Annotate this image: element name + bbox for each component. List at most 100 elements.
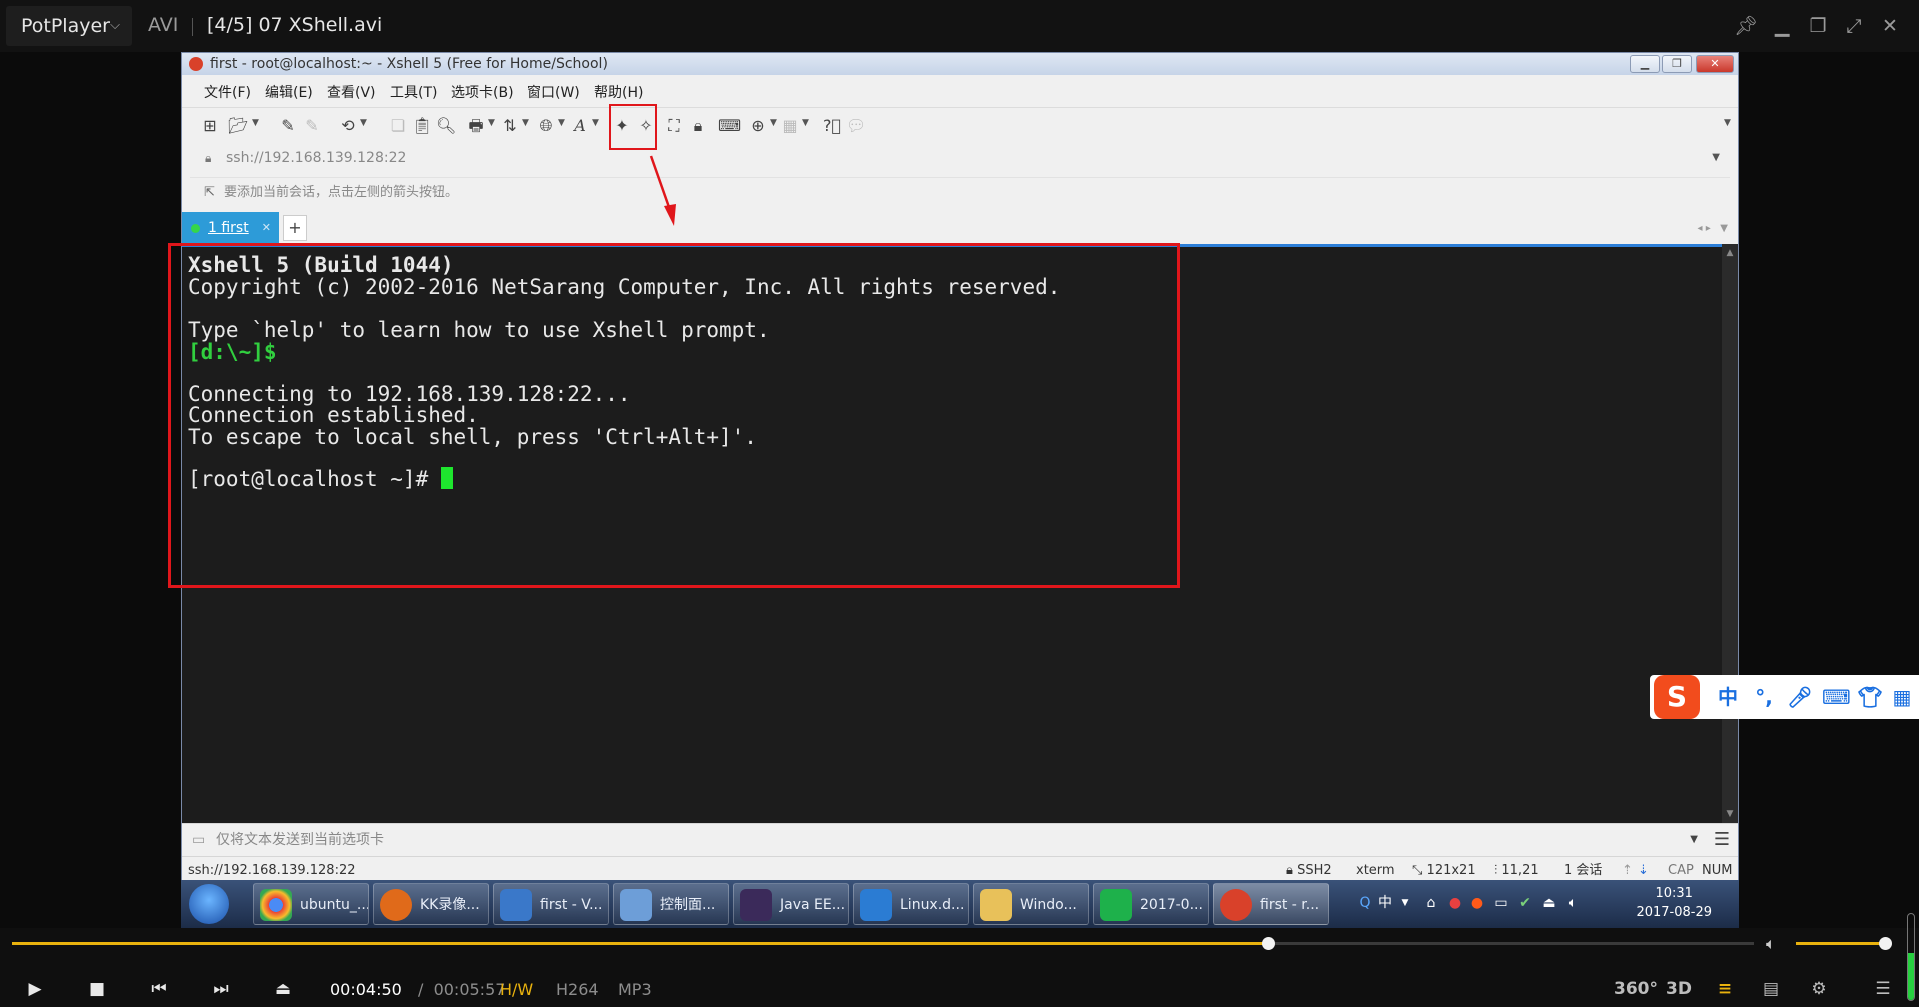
taskbar-button-control-panel[interactable]: 控制面...	[613, 883, 729, 925]
chevron-down-icon[interactable]: ▼	[1712, 143, 1720, 173]
chevron-down-icon[interactable]: ▼	[1396, 894, 1414, 912]
display-tray-icon[interactable]: ▭	[1492, 894, 1510, 912]
menu-edit[interactable]: 编辑(E)	[265, 82, 313, 102]
taskbar-button-word[interactable]: Linux.d...	[853, 883, 969, 925]
menu-window[interactable]: 窗口(W)	[527, 82, 580, 102]
copy-icon[interactable]: ❏	[388, 116, 408, 136]
volume-slider[interactable]	[1796, 937, 1893, 950]
ime-skin-button[interactable]: 👕︎	[1856, 683, 1884, 711]
tray-ime-indicator[interactable]: 中	[1376, 894, 1394, 912]
menu-help[interactable]: 帮助(H)	[594, 82, 643, 102]
hw-decode-tag[interactable]: H/W	[500, 980, 533, 999]
ime-punctuation-button[interactable]: °,	[1750, 683, 1778, 711]
new-tab-button[interactable]: +	[283, 215, 307, 241]
taskbar-button-explorer[interactable]: Windo...	[973, 883, 1089, 925]
previous-button[interactable]: ⏮	[144, 974, 174, 1004]
scroll-up-icon[interactable]: ▲	[1722, 248, 1738, 258]
potplayer-menu-button[interactable]: PotPlayer ⌵	[6, 6, 132, 46]
clock[interactable]: 10:31 2017-08-29	[1636, 884, 1712, 922]
taskbar-button-vmware[interactable]: first - V...	[493, 883, 609, 925]
taskbar-button-chrome[interactable]: ubuntu_...	[253, 883, 369, 925]
update-tray-icon[interactable]: ✔	[1516, 894, 1534, 912]
tab-first[interactable]: 1 first ✕	[182, 212, 279, 244]
vr-360-button[interactable]: 360°	[1614, 974, 1658, 1004]
taskbar-button-sheet[interactable]: 2017-0...	[1093, 883, 1209, 925]
new-session-icon[interactable]: ⊞	[200, 116, 220, 136]
address-text[interactable]: ssh://192.168.139.128:22	[226, 143, 406, 173]
xshell-maximize-button[interactable]: ❐	[1662, 55, 1692, 73]
fullscreen-icon[interactable]: ⛶	[664, 116, 684, 136]
security-tray-icon[interactable]: ●	[1446, 894, 1464, 912]
layout-icon[interactable]: ▦	[780, 116, 800, 136]
compose-send-bar[interactable]: ▭ 仅将文本发送到当前选项卡 ▼ ☰	[182, 823, 1738, 855]
sogou-logo-icon[interactable]: S	[1654, 675, 1700, 719]
restore-button[interactable]: ❐	[1802, 10, 1834, 42]
pin-icon[interactable]: 📌︎	[1730, 10, 1762, 42]
scroll-down-icon[interactable]: ▼	[1722, 809, 1738, 819]
ime-keyboard-button[interactable]: ⌨	[1822, 683, 1851, 711]
fullscreen-button[interactable]: ⤢	[1838, 10, 1870, 42]
menu-tabs[interactable]: 选项卡(B)	[451, 82, 514, 102]
recorder-tray-icon[interactable]: ●	[1468, 894, 1486, 912]
taskbar-button-eclipse[interactable]: Java EE...	[733, 883, 849, 925]
open-folder-icon[interactable]: 📂︎	[228, 116, 248, 136]
taskbar-button-kk[interactable]: KK录像...	[373, 883, 489, 925]
chevron-down-icon[interactable]: ▼	[802, 118, 809, 128]
eject-button[interactable]: ⏏	[268, 974, 298, 1004]
seek-handle[interactable]	[1261, 937, 1275, 950]
stop-button[interactable]: ■	[82, 974, 112, 1004]
chevron-down-icon[interactable]: ▼	[592, 118, 599, 128]
ime-toolbox-button[interactable]: ▦	[1888, 683, 1916, 711]
find-icon[interactable]: 🔍︎	[436, 116, 456, 136]
close-tab-icon[interactable]: ✕	[262, 212, 271, 244]
chevron-down-icon[interactable]: ▼	[770, 118, 777, 128]
start-button[interactable]	[189, 884, 229, 924]
main-menu-icon[interactable]: ☰	[1866, 974, 1900, 1004]
message-icon[interactable]: 💬︎	[846, 116, 866, 136]
lock-icon[interactable]: 🔒︎	[688, 116, 708, 136]
menu-view[interactable]: 查看(V)	[327, 82, 376, 102]
address-bar[interactable]: 🔒︎ ssh://192.168.139.128:22 ▼	[190, 143, 1730, 173]
volume-tray-icon[interactable]: 🔈︎	[1564, 894, 1582, 912]
play-button[interactable]: ▶	[20, 974, 50, 1004]
chevron-down-icon[interactable]: ▼	[522, 118, 529, 128]
qq-search-icon[interactable]: Q	[1356, 894, 1374, 912]
3d-button[interactable]: 3D	[1662, 974, 1696, 1004]
toolbar-overflow-icon[interactable]: ▼	[1724, 118, 1731, 128]
ime-voice-button[interactable]: 🎤︎	[1786, 683, 1814, 711]
next-button[interactable]: ⏭	[206, 974, 236, 1004]
terminal-scrollbar[interactable]: ▲ ▼	[1722, 244, 1738, 823]
xshell-close-button[interactable]: ✕	[1696, 55, 1734, 73]
video-codec-tag[interactable]: H264	[556, 980, 599, 999]
settings-gear-icon[interactable]: ⚙	[1802, 974, 1836, 1004]
transfer-icon[interactable]: ⇅	[500, 116, 520, 136]
chevron-down-icon[interactable]: ▼	[1690, 824, 1698, 856]
close-button[interactable]: ✕	[1874, 10, 1906, 42]
reconnect-icon[interactable]: ⟲	[338, 116, 358, 136]
equalizer-search-icon[interactable]: ≡	[1708, 974, 1742, 1004]
ime-chinese-mode-button[interactable]: 中	[1714, 683, 1742, 711]
volume-handle[interactable]	[1879, 937, 1893, 950]
globe-icon[interactable]: 🌐︎	[536, 116, 556, 136]
network-tray-icon[interactable]: ⌂	[1422, 894, 1440, 912]
tab-list-chevron-icon[interactable]: ◂ ▸ ▼	[1698, 223, 1728, 234]
xshell-minimize-button[interactable]: ▁	[1630, 55, 1660, 73]
menu-tools[interactable]: 工具(T)	[390, 82, 437, 102]
taskbar-button-xshell[interactable]: first - r...	[1213, 883, 1329, 925]
menu-file[interactable]: 文件(F)	[204, 82, 251, 102]
chevron-down-icon[interactable]: ▼	[558, 118, 565, 128]
usb-tray-icon[interactable]: ⏏	[1540, 894, 1558, 912]
paste-icon[interactable]: 📋︎	[412, 116, 432, 136]
chevron-down-icon[interactable]: ▼	[488, 118, 495, 128]
font-icon[interactable]: A	[570, 116, 590, 136]
add-icon[interactable]: ⊕	[748, 116, 768, 136]
chevron-down-icon[interactable]: ▼	[252, 118, 259, 128]
audio-codec-tag[interactable]: MP3	[618, 980, 652, 999]
minimize-button[interactable]: ▁	[1766, 10, 1798, 42]
connect-icon[interactable]: ✎	[278, 116, 298, 136]
menu-icon[interactable]: ☰	[1714, 824, 1730, 856]
help-icon[interactable]: ?⃝	[822, 116, 842, 136]
chevron-down-icon[interactable]: ▼	[360, 118, 367, 128]
print-icon[interactable]: 🖶	[466, 116, 486, 136]
keyboard-icon[interactable]: ⌨	[718, 116, 741, 136]
